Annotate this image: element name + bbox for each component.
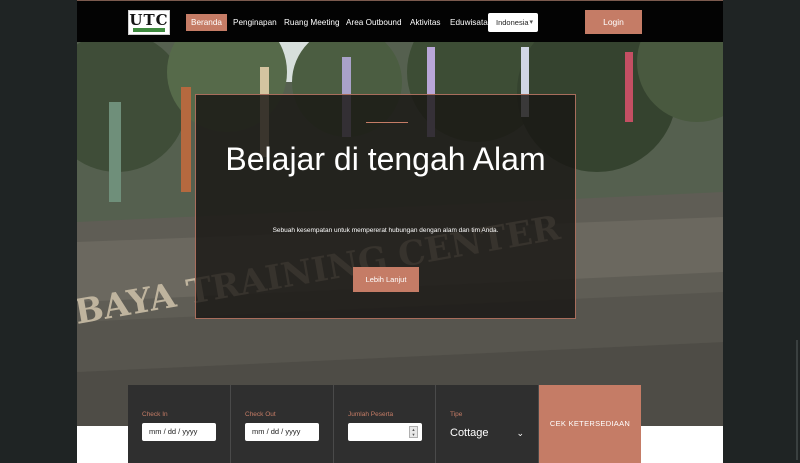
window-frame-left [0,0,77,463]
hero-card: Belajar di tengah Alam Sebuah kesempatan… [195,94,576,319]
booking-bar: Check In mm / dd / yyyy Check Out mm / d… [128,385,641,463]
brand-logo[interactable]: UTC [128,10,170,35]
check-in-label: Check In [142,411,168,418]
nav-item-ruang-meeting[interactable]: Ruang Meeting [284,14,340,31]
check-in-panel: Check In mm / dd / yyyy [128,385,231,463]
chevron-down-icon: ⌄ [516,428,524,438]
check-availability-button[interactable]: CEK KETERSEDIAAN [539,385,641,463]
type-select[interactable]: Cottage ⌄ [450,425,524,441]
page: UTC Beranda Penginapan Ruang Meeting Are… [77,0,723,463]
guests-number-input[interactable]: ▲ ▼ [348,423,422,441]
number-stepper-icon[interactable]: ▲ ▼ [409,426,418,438]
hero-subtitle: Sebuah kesempatan untuk mempererat hubun… [272,227,499,234]
window-frame-right [723,0,800,463]
nav-item-penginapan[interactable]: Penginapan [233,14,277,31]
guests-panel: Jumlah Peserta ▲ ▼ [334,385,436,463]
logo-wordmark: UTC [129,11,169,29]
logo-stripe [133,28,165,32]
top-navbar: UTC Beranda Penginapan Ruang Meeting Are… [77,0,723,42]
language-select[interactable]: Indonesia ▾ [488,13,538,32]
hero-section: BAYA TRAINING CENTER Belajar di tengah A… [77,42,723,426]
check-out-label: Check Out [245,411,276,418]
nav-item-beranda[interactable]: Beranda [186,14,227,31]
type-panel: Tipe Cottage ⌄ [436,385,539,463]
nav-item-eduwisata[interactable]: Eduwisata [450,14,488,31]
nav-item-aktivitas[interactable]: Aktivitas [410,14,440,31]
type-select-value: Cottage [450,427,489,439]
login-button[interactable]: Login [585,10,642,34]
hero-divider [366,122,408,123]
hero-title: Belajar di tengah Alam [225,141,546,177]
check-out-panel: Check Out mm / dd / yyyy [231,385,334,463]
check-in-date-input[interactable]: mm / dd / yyyy [142,423,216,441]
check-out-date-input[interactable]: mm / dd / yyyy [245,423,319,441]
type-label: Tipe [450,411,463,418]
language-select-value: Indonesia [496,18,529,27]
guests-label: Jumlah Peserta [348,411,394,418]
nav-item-area-outbound[interactable]: Area Outbound [346,14,402,31]
learn-more-button[interactable]: Lebih Lanjut [353,267,419,292]
scrollbar[interactable] [796,340,798,460]
chevron-down-icon: ▾ [529,19,533,26]
